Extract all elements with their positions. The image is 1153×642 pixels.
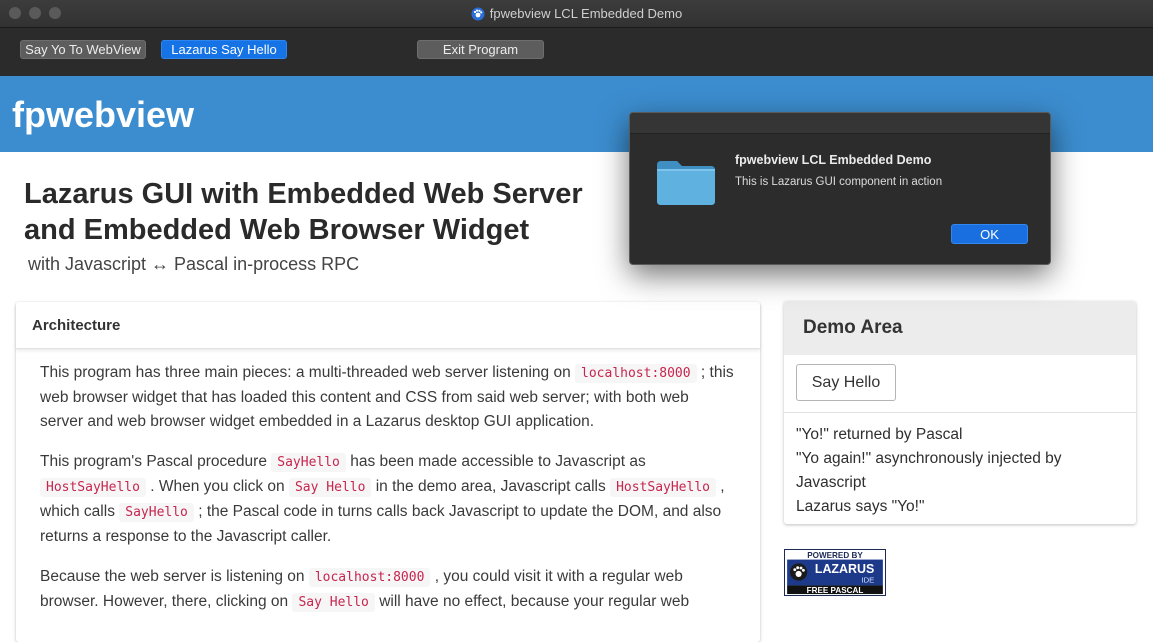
exit-program-button[interactable]: Exit Program (417, 40, 544, 59)
logo-ide-text: IDE (862, 576, 875, 585)
code-say-hello: Say Hello (292, 593, 375, 612)
text: will have no effect, because your regula… (379, 593, 690, 610)
code-say-hello: Say Hello (288, 478, 372, 497)
demo-output: "Yo!" returned by Pascal "Yo again!" asy… (784, 413, 1136, 519)
folder-icon (657, 161, 715, 205)
demo-area-title: Demo Area (784, 301, 1136, 355)
logo-bottom-text: FREE PASCAL (807, 586, 864, 595)
output-line: "Yo again!" asynchronously injected by (796, 450, 1062, 467)
say-hello-button[interactable]: Say Hello (796, 364, 896, 401)
logo-top-text: POWERED BY (807, 551, 863, 560)
code-sayhello: SayHello (119, 503, 194, 522)
lazarus-app-icon (471, 7, 485, 20)
paragraph-2: This program's Pascal procedure SayHello… (40, 450, 736, 549)
architecture-title: Architecture (16, 302, 760, 349)
site-brand: fpwebview (12, 94, 195, 135)
output-line: Lazarus says "Yo!" (796, 498, 925, 515)
lazarus-say-hello-button[interactable]: Lazarus Say Hello (161, 40, 287, 59)
page-title-line-2: and Embedded Web Browser Widget (24, 214, 530, 246)
paragraph-3: Because the web server is listening on l… (40, 565, 736, 615)
paragraph-1: This program has three main pieces: a mu… (40, 361, 736, 434)
page-title-line-1: Lazarus GUI with Embedded Web Server (24, 178, 583, 210)
dialog-titlebar[interactable] (630, 113, 1050, 134)
architecture-card: Architecture This program has three main… (16, 302, 760, 642)
page-title: Lazarus GUI with Embedded Web Server and… (24, 176, 644, 248)
code-localhost: localhost:8000 (308, 568, 431, 587)
logo-name-text: LAZARUS (815, 562, 874, 576)
output-line: "Yo!" returned by Pascal (796, 426, 963, 443)
text: in the demo area, Javascript calls (375, 478, 606, 495)
dialog-title: fpwebview LCL Embedded Demo (735, 153, 932, 167)
code-localhost: localhost:8000 (575, 364, 697, 383)
ok-button[interactable]: OK (951, 224, 1028, 244)
code-hostsayhello: HostSayHello (610, 478, 716, 497)
dialog-message: This is Lazarus GUI component in action (735, 176, 943, 188)
output-line: Javascript (796, 474, 866, 491)
demo-area-card: Demo Area Say Hello "Yo!" returned by Pa… (784, 301, 1136, 524)
demo-button-row: Say Hello (784, 355, 1136, 413)
window-titlebar[interactable]: fpwebview LCL Embedded Demo (0, 0, 1153, 28)
message-dialog: fpwebview LCL Embedded Demo This is Laza… (629, 112, 1051, 265)
page-subtitle: with Javascript ↔ Pascal in-process RPC (28, 254, 360, 274)
text: . When you click on (150, 478, 285, 495)
text: This program's Pascal procedure (40, 453, 267, 470)
text: has been made accessible to Javascript a… (350, 453, 646, 470)
text: This program has three main pieces: a mu… (40, 364, 571, 381)
text: Because the web server is listening on (40, 568, 305, 585)
powered-by-lazarus-logo: POWERED BY LAZARUS IDE FREE PASCAL (784, 549, 886, 596)
architecture-body: This program has three main pieces: a mu… (16, 349, 760, 615)
say-yo-to-webview-button[interactable]: Say Yo To WebView (20, 40, 146, 59)
app-toolbar: Say Yo To WebView Lazarus Say Hello Exit… (0, 28, 1153, 76)
code-sayhello: SayHello (271, 453, 346, 472)
code-hostsayhello: HostSayHello (40, 478, 146, 497)
window-title: fpwebview LCL Embedded Demo (489, 6, 683, 21)
